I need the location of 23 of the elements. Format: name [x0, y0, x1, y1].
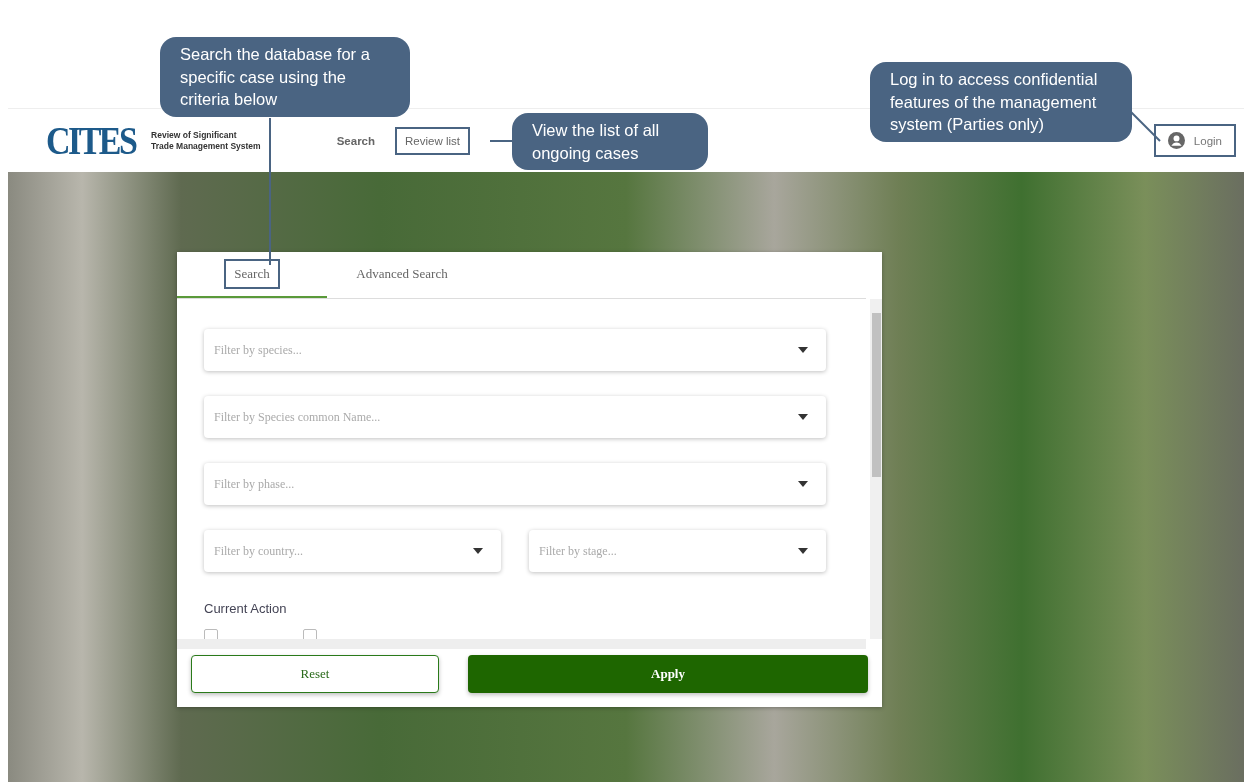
- section-title: Current Action: [204, 601, 288, 616]
- leader-line: [1130, 111, 1161, 142]
- callout: Search the database for a specific case using the criteria below: [160, 37, 410, 117]
- caret-icon: [473, 548, 483, 554]
- caret-icon: [798, 414, 808, 420]
- site-title: Review of Significant Trade Management System: [151, 129, 261, 152]
- tab[interactable]: Advanced Search: [327, 252, 477, 298]
- scrollbar[interactable]: [177, 639, 866, 649]
- login-button[interactable]: Login: [1153, 124, 1236, 157]
- caret-icon: [798, 481, 808, 487]
- nav-link[interactable]: Review list: [395, 126, 470, 155]
- callout: Log in to access confidential features of the management system (Parties only): [870, 62, 1132, 142]
- logo: CITES: [46, 117, 136, 164]
- caret-icon: [798, 548, 808, 554]
- nav-link[interactable]: Search: [326, 126, 386, 155]
- tab[interactable]: Search: [177, 252, 327, 298]
- reset-button[interactable]: Reset: [191, 655, 439, 693]
- leader-line: [489, 140, 513, 142]
- caret-icon: [798, 347, 808, 353]
- apply-button[interactable]: Apply: [468, 655, 868, 693]
- scrollbar[interactable]: [870, 299, 882, 639]
- callout: View the list of all ongoing cases: [512, 113, 708, 170]
- user-icon: [1167, 132, 1185, 149]
